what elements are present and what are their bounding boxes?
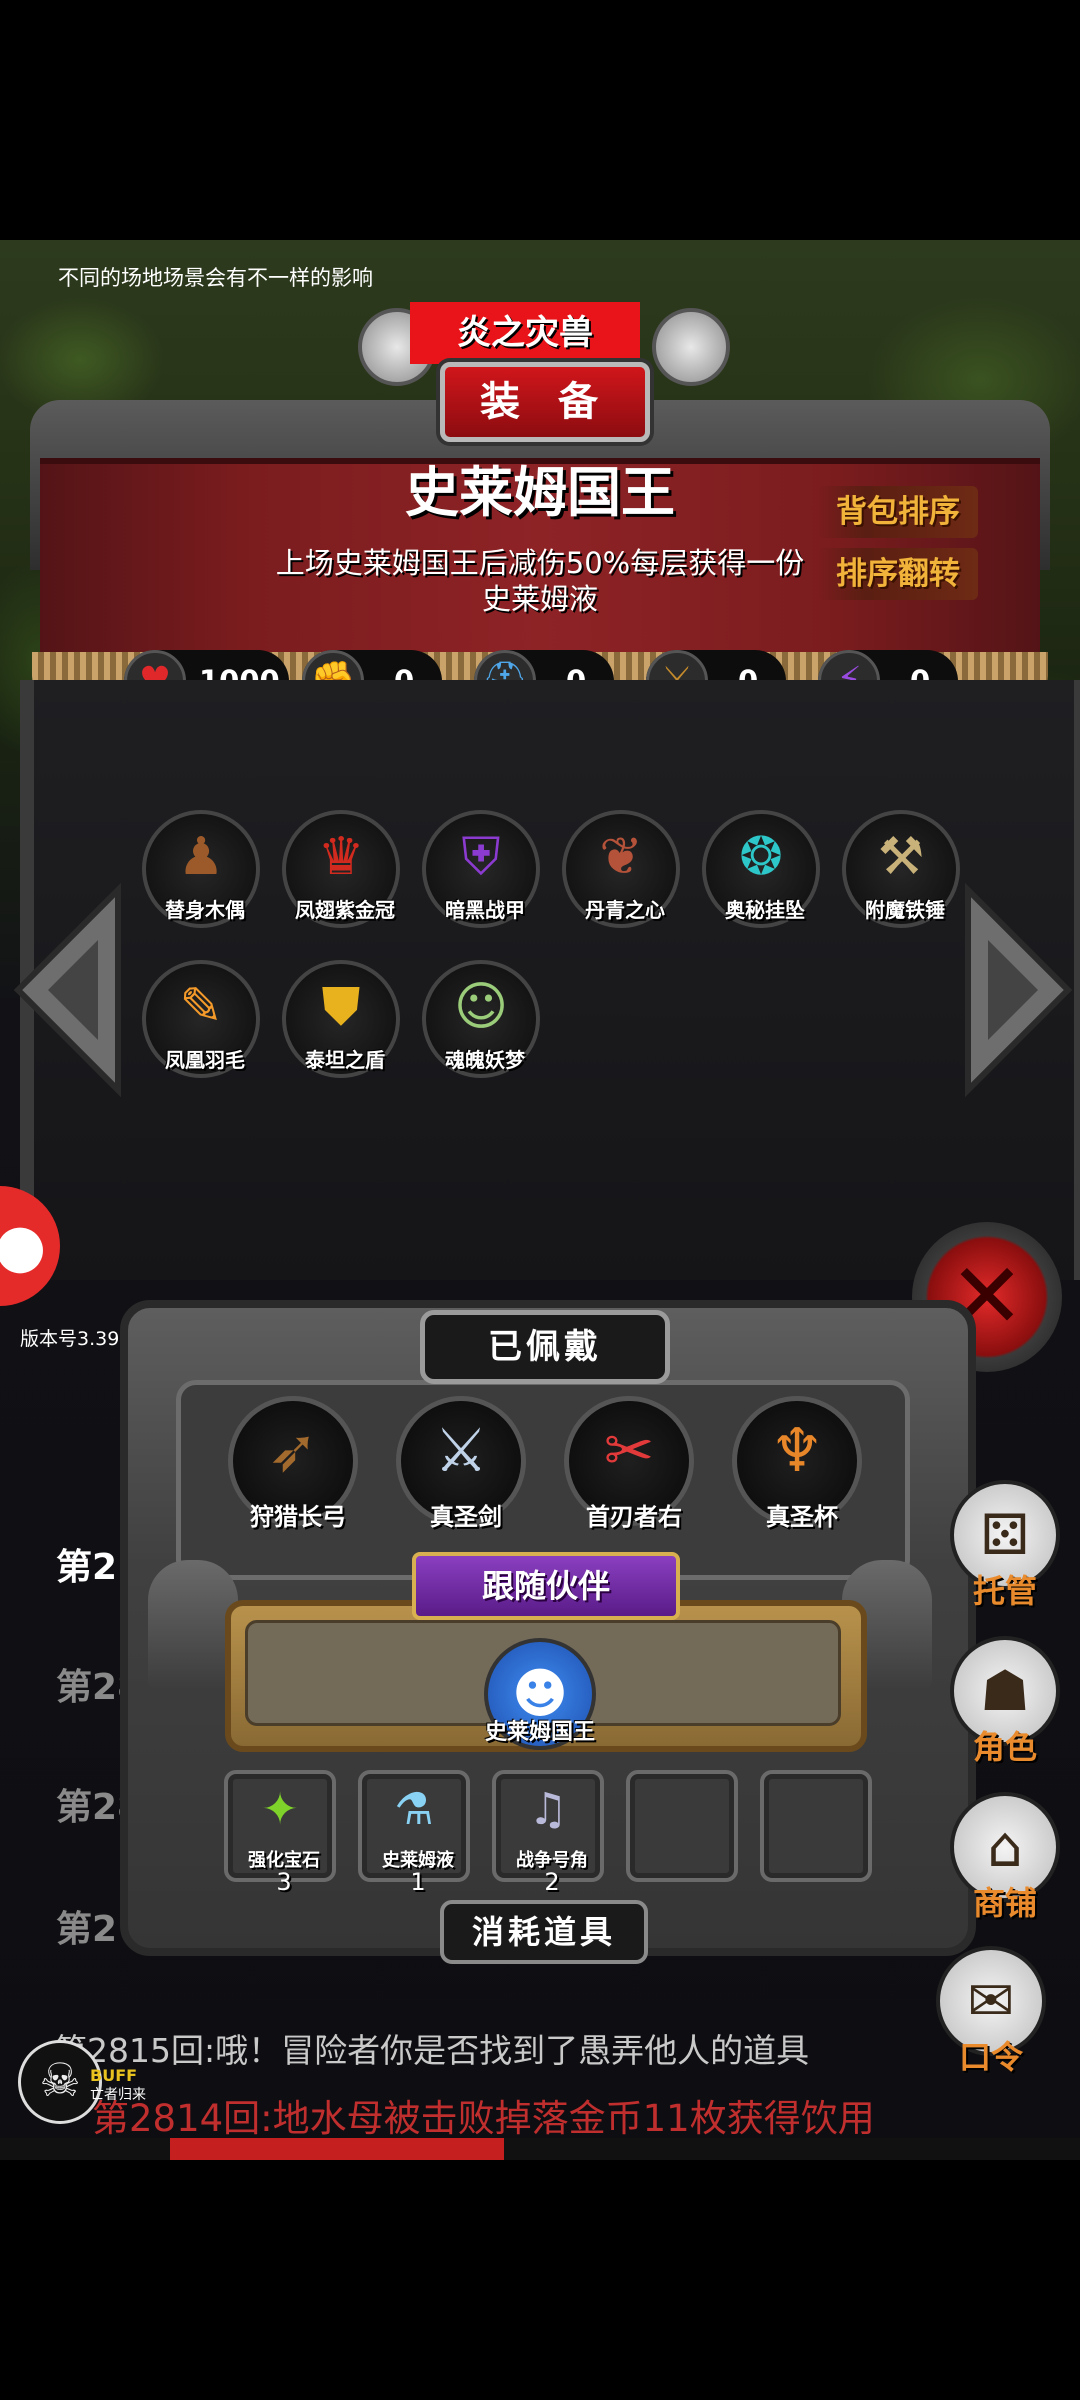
item-label: 魂魄妖梦: [445, 1048, 525, 1072]
consumable-empty-slot[interactable]: [760, 1770, 872, 1882]
character-name: 史莱姆国王: [405, 461, 675, 524]
consumable-count: 1: [410, 1868, 426, 1896]
item-label: 凤凰羽毛: [165, 1048, 245, 1072]
item-label: 暗黑战甲: [445, 898, 525, 922]
user-icon: ●: [0, 1211, 47, 1281]
auto-play-label: 托管: [972, 1572, 1037, 1610]
log-partial-4: 第2: [56, 1909, 118, 1950]
shop-icon: ⌂: [987, 1815, 1023, 1880]
worn-label: 真圣杯: [766, 1503, 838, 1531]
item-enchanted-hammer[interactable]: ⚒ 附魔铁锤: [842, 810, 960, 928]
consumable-empty-slot[interactable]: [626, 1770, 738, 1882]
item-youmu[interactable]: ☺ 魂魄妖梦: [422, 960, 540, 1078]
dark-armor-icon: ⛨: [461, 827, 501, 887]
password-label: 口令: [958, 2038, 1023, 2076]
equipment-title: 装 备: [440, 362, 650, 442]
version-label: 版本号3.39: [20, 1328, 120, 1350]
consumable-war-horn[interactable]: ♫ 战争号角 2: [492, 1770, 604, 1896]
worn-holy-grail[interactable]: ♆ 真圣杯: [732, 1396, 862, 1531]
item-arcane-pendant[interactable]: ❂ 奥秘挂坠: [702, 810, 820, 928]
holy-sword-icon: ⚔: [434, 1416, 488, 1486]
consumable-upgrade-gem[interactable]: ✦ 强化宝石 3: [224, 1770, 336, 1896]
scroll-icon: ✉: [967, 1969, 1015, 2034]
previous-page-arrow[interactable]: [8, 880, 128, 1100]
log-line-2: 第2814回:地水母被击败掉落金币11枚获得饮用: [92, 2097, 875, 2140]
item-label: 奥秘挂坠: [725, 898, 805, 922]
item-phoenix-crown[interactable]: ♛ 凤翅紫金冠: [282, 810, 400, 928]
consumable-slime-potion[interactable]: ⚗ 史莱姆液 1: [358, 1770, 470, 1896]
worn-title: 已佩戴: [420, 1310, 670, 1384]
item-label: 丹青之心: [585, 898, 665, 922]
item-wooden-puppet[interactable]: ♟ 替身木偶: [142, 810, 260, 928]
shop-label: 商铺: [972, 1884, 1037, 1922]
worn-holy-sword[interactable]: ⚔ 真圣剑: [396, 1396, 526, 1531]
worn-hunting-bow[interactable]: ➶ 狩猎长弓: [228, 1396, 358, 1531]
worn-bloody-blade[interactable]: ✂ 首刃者右: [564, 1396, 694, 1531]
skull-icon: ☠: [39, 2053, 81, 2107]
hunting-bow-icon: ➶: [267, 1416, 319, 1486]
item-label: 泰坦之盾: [305, 1048, 385, 1072]
worn-label: 狩猎长弓: [250, 1503, 346, 1531]
worn-label: 首刃者右: [586, 1503, 682, 1531]
boss-banner: 炎之灾兽: [410, 302, 640, 364]
consumable-count: 3: [276, 1868, 292, 1896]
hooded-figure-icon: ☗: [979, 1659, 1031, 1724]
item-titan-shield[interactable]: ⛊ 泰坦之盾: [282, 960, 400, 1078]
hp-bar: [0, 2138, 1080, 2160]
phoenix-crown-icon: ♛: [317, 827, 365, 887]
log-partial-1: 第2: [56, 1547, 118, 1588]
buff-label: BUFF: [90, 2066, 138, 2085]
slime-potion-icon: ⚗: [394, 1784, 434, 1835]
arcane-pendant-icon: ❂: [739, 827, 783, 887]
youmu-icon: ☺: [453, 977, 509, 1037]
item-dark-armor[interactable]: ⛨ 暗黑战甲: [422, 810, 540, 928]
hp-bar-fill: [170, 2138, 504, 2160]
scene-hint: 不同的场地场景会有不一样的影响: [58, 266, 373, 290]
partner-name: 史莱姆国王: [484, 1720, 595, 1745]
partner-title: 跟随伙伴: [412, 1552, 680, 1620]
wooden-puppet-icon: ♟: [177, 827, 225, 887]
buff-sub-label: 亡者归来: [90, 2087, 146, 2103]
upgrade-gem-icon: ✦: [261, 1784, 299, 1835]
right-skull-ornament: [652, 308, 730, 386]
item-label: 替身木偶: [165, 898, 245, 922]
next-page-arrow[interactable]: [958, 880, 1078, 1100]
log-line-1: 第2815回:哦！冒险者你是否找到了愚弄他人的道具: [54, 2031, 810, 2070]
character-description: 上场史莱姆国王后减伤50%每层获得一份 史莱姆液: [260, 545, 820, 617]
character-label: 角色: [972, 1728, 1037, 1766]
consumables-title: 消耗道具: [440, 1900, 648, 1964]
titan-shield-icon: ⛊: [321, 977, 361, 1037]
phoenix-feather-icon: ✎: [179, 977, 223, 1037]
item-painted-heart[interactable]: ❦ 丹青之心: [562, 810, 680, 928]
bloody-blade-icon: ✂: [603, 1416, 655, 1486]
description-line-1: 上场史莱姆国王后减伤50%每层获得一份: [275, 546, 805, 580]
dice-icon: ⚄: [980, 1503, 1030, 1568]
holy-grail-icon: ♆: [770, 1416, 824, 1486]
description-line-2: 史莱姆液: [481, 582, 598, 616]
sort-bag-button[interactable]: 背包排序: [818, 486, 978, 538]
worn-label: 真圣剑: [430, 1503, 502, 1531]
enchanted-hammer-icon: ⚒: [877, 827, 925, 887]
sort-reverse-button[interactable]: 排序翻转: [818, 548, 978, 600]
war-horn-icon: ♫: [528, 1784, 568, 1835]
item-phoenix-feather[interactable]: ✎ 凤凰羽毛: [142, 960, 260, 1078]
item-label: 凤翅紫金冠: [295, 898, 395, 922]
painted-heart-icon: ❦: [599, 827, 643, 887]
consumable-count: 2: [544, 1868, 560, 1896]
